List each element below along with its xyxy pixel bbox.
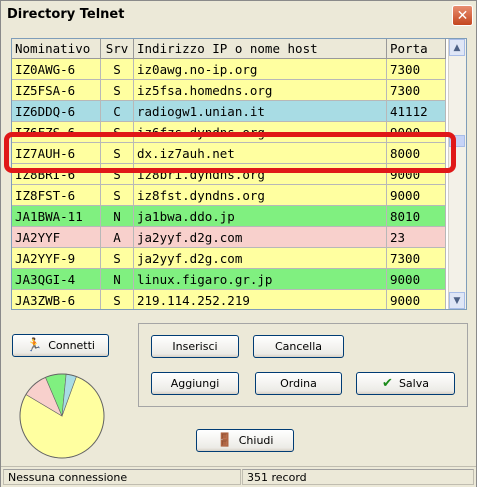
cell-nominativo: IZ6DDQ-6	[12, 100, 101, 122]
close-icon[interactable]: ✕	[452, 5, 473, 26]
cell-srv: N	[100, 268, 134, 290]
cell-host: ja1bwa.ddo.jp	[133, 205, 387, 227]
status-bar: Nessuna connessione 351 record	[1, 466, 476, 487]
cell-porta: 7300	[386, 247, 446, 269]
table-row[interactable]: IZ8FST-6 Siz8fst.dyndns.org 9000	[12, 184, 446, 206]
door-exit-icon: 🚪	[216, 433, 233, 448]
cell-porta: 23	[386, 226, 446, 248]
cell-porta: 9000	[386, 184, 446, 206]
cell-srv: S	[100, 289, 134, 309]
cell-nominativo: IZ8FST-6	[12, 184, 101, 206]
cell-srv: S	[100, 247, 134, 269]
col-header-porta[interactable]: Porta	[386, 39, 446, 59]
connetti-button[interactable]: 🏃 Connetti	[12, 334, 109, 357]
cell-srv: S	[100, 79, 134, 101]
cell-porta: 8010	[386, 205, 446, 227]
running-man-icon: 🏃	[26, 338, 43, 353]
col-header-nominativo[interactable]: Nominativo	[12, 39, 101, 59]
table-row[interactable]: JA2YYF Aja2yyf.d2g.com 23	[12, 226, 446, 248]
cell-host: iz8fst.dyndns.org	[133, 184, 387, 206]
directory-grid[interactable]: Nominativo Srv Indirizzo IP o nome host …	[11, 38, 467, 310]
table-header-row: Nominativo Srv Indirizzo IP o nome host …	[12, 39, 446, 59]
cell-host: linux.figaro.gr.jp	[133, 268, 387, 290]
table-row[interactable]: JA1BWA-11 Nja1bwa.ddo.jp 8010	[12, 205, 446, 227]
cell-porta: 41112	[386, 100, 446, 122]
cell-srv: A	[100, 226, 134, 248]
cell-host: ja2yyf.d2g.com	[133, 247, 387, 269]
salva-label: Salva	[398, 377, 429, 390]
cell-porta: 7300	[386, 58, 446, 80]
col-header-host[interactable]: Indirizzo IP o nome host	[133, 39, 387, 59]
window-title: Directory Telnet	[7, 7, 125, 22]
salva-button[interactable]: ✔ Salva	[356, 372, 455, 395]
ordina-button[interactable]: Ordina	[255, 372, 342, 395]
aggiungi-button[interactable]: Aggiungi	[151, 372, 239, 395]
scroll-up-icon[interactable]: ▲	[449, 39, 465, 56]
cell-nominativo: IZ5FSA-6	[12, 79, 101, 101]
selection-highlight	[4, 132, 456, 173]
cell-host: 219.114.252.219	[133, 289, 387, 309]
scroll-down-icon[interactable]: ▼	[449, 292, 465, 309]
cell-host: iz0awg.no-ip.org	[133, 58, 387, 80]
connetti-label: Connetti	[48, 339, 95, 352]
cell-srv: N	[100, 205, 134, 227]
table-row[interactable]: IZ5FSA-6 Siz5fsa.homedns.org 7300	[12, 79, 446, 101]
cell-srv: S	[100, 58, 134, 80]
status-connection: Nessuna connessione	[3, 469, 241, 485]
cell-nominativo: IZ0AWG-6	[12, 58, 101, 80]
table-row[interactable]: IZ6DDQ-6 Cradiogw1.unian.it 41112	[12, 100, 446, 122]
cell-porta: 9000	[386, 289, 446, 309]
cell-host: ja2yyf.d2g.com	[133, 226, 387, 248]
cell-porta: 9000	[386, 268, 446, 290]
chiudi-button[interactable]: 🚪 Chiudi	[196, 429, 294, 452]
cell-srv: S	[100, 184, 134, 206]
checkmark-icon: ✔	[382, 376, 393, 391]
table-row[interactable]: JA2YYF-9 Sja2yyf.d2g.com 7300	[12, 247, 446, 269]
col-header-srv[interactable]: Srv	[100, 39, 134, 59]
cell-nominativo: JA2YYF	[12, 226, 101, 248]
cell-nominativo: JA3ZWB-6	[12, 289, 101, 309]
cell-nominativo: JA1BWA-11	[12, 205, 101, 227]
status-record-count: 351 record	[242, 469, 474, 485]
cell-nominativo: JA3QGI-4	[12, 268, 101, 290]
cell-host: iz5fsa.homedns.org	[133, 79, 387, 101]
vertical-scrollbar[interactable]: ▲ ▼	[448, 39, 466, 309]
table-row[interactable]: IZ0AWG-6 Siz0awg.no-ip.org 7300	[12, 58, 446, 80]
chiudi-label: Chiudi	[238, 434, 274, 447]
title-bar: Directory Telnet ✕	[1, 1, 476, 30]
cell-host: radiogw1.unian.it	[133, 100, 387, 122]
cancella-button[interactable]: Cancella	[253, 335, 344, 358]
table-row[interactable]: JA3ZWB-6 S 219.114.252.219 9000	[12, 289, 446, 309]
record-distribution-pie	[19, 373, 105, 459]
cell-nominativo: JA2YYF-9	[12, 247, 101, 269]
directory-telnet-window: Directory Telnet ✕ Nominativo Srv Indiri…	[0, 0, 477, 487]
table-row[interactable]: JA3QGI-4 Nlinux.figaro.gr.jp 9000	[12, 268, 446, 290]
cell-srv: C	[100, 100, 134, 122]
table-body: IZ0AWG-6 Siz0awg.no-ip.org 7300 IZ5FSA-6 Siz…	[12, 58, 446, 309]
inserisci-button[interactable]: Inserisci	[151, 335, 239, 358]
cell-porta: 7300	[386, 79, 446, 101]
